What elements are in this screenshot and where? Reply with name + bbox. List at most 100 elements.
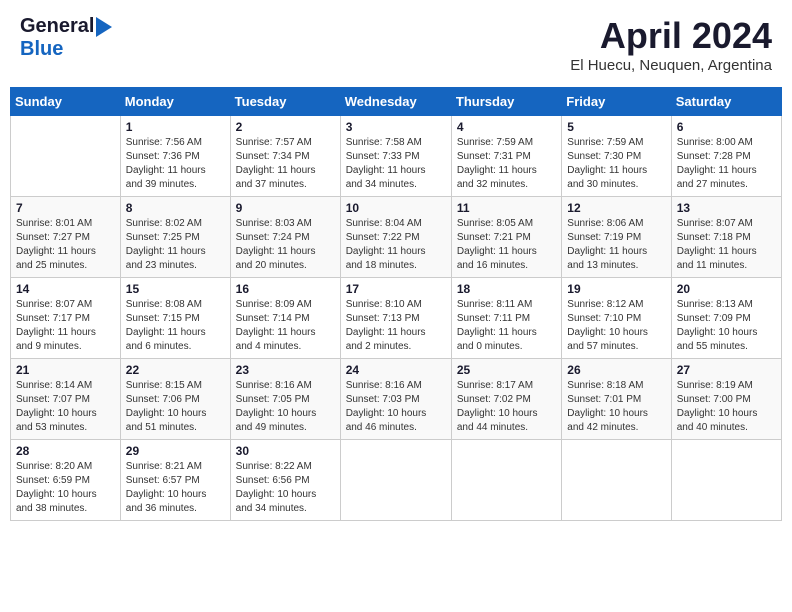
day-number: 18 (457, 282, 556, 296)
day-info: Sunrise: 8:05 AMSunset: 7:21 PMDaylight:… (457, 217, 556, 273)
calendar-header-row: SundayMondayTuesdayWednesdayThursdayFrid… (11, 88, 782, 116)
calendar-cell: 26 Sunrise: 8:18 AMSunset: 7:01 PMDayligh… (562, 359, 671, 440)
calendar-cell: 15 Sunrise: 8:08 AMSunset: 7:15 PMDayligh… (120, 278, 230, 359)
day-info: Sunrise: 7:59 AMSunset: 7:30 PMDaylight:… (567, 136, 665, 192)
calendar-cell: 12 Sunrise: 8:06 AMSunset: 7:19 PMDayligh… (562, 197, 671, 278)
day-number: 12 (567, 201, 665, 215)
day-info: Sunrise: 7:56 AMSunset: 7:36 PMDaylight:… (126, 136, 225, 192)
calendar-cell: 25 Sunrise: 8:17 AMSunset: 7:02 PMDayligh… (451, 359, 561, 440)
day-info: Sunrise: 8:09 AMSunset: 7:14 PMDaylight:… (236, 298, 335, 354)
day-number: 27 (677, 363, 776, 377)
calendar-cell: 20Sunrise: 8:13 AMSunset: 7:09 PMDayligh… (671, 278, 781, 359)
calendar-cell: 4Sunrise: 7:59 AMSunset: 7:31 PMDaylight… (451, 116, 561, 197)
calendar-cell (671, 440, 781, 521)
calendar-cell: 9Sunrise: 8:03 AMSunset: 7:24 PMDaylight… (230, 197, 340, 278)
calendar-cell: 3Sunrise: 7:58 AMSunset: 7:33 PMDaylight… (340, 116, 451, 197)
calendar-cell: 28 Sunrise: 8:20 AMSunset: 6:59 PMDayligh… (11, 440, 121, 521)
day-info: Sunrise: 8:07 AMSunset: 7:17 PMDaylight:… (16, 298, 115, 354)
calendar-cell: 23Sunrise: 8:16 AMSunset: 7:05 PMDayligh… (230, 359, 340, 440)
day-info: Sunrise: 8:14 AMSunset: 7:07 PMDaylight:… (16, 379, 115, 435)
day-info: Sunrise: 8:21 AMSunset: 6:57 PMDaylight:… (126, 460, 225, 516)
day-info: Sunrise: 8:16 AMSunset: 7:03 PMDaylight:… (346, 379, 446, 435)
logo-arrow-icon (96, 17, 112, 37)
calendar-cell: 27 Sunrise: 8:19 AMSunset: 7:00 PMDayligh… (671, 359, 781, 440)
calendar-cell: 2Sunrise: 7:57 AMSunset: 7:34 PMDaylight… (230, 116, 340, 197)
day-number: 13 (677, 201, 776, 215)
day-number: 17 (346, 282, 446, 296)
day-info: Sunrise: 8:11 AMSunset: 7:11 PMDaylight:… (457, 298, 556, 354)
day-number: 30 (236, 444, 335, 458)
day-number: 24 (346, 363, 446, 377)
day-header-thursday: Thursday (451, 88, 561, 116)
day-number: 28 (16, 444, 115, 458)
day-number: 15 (126, 282, 225, 296)
day-number: 29 (126, 444, 225, 458)
day-info: Sunrise: 8:02 AMSunset: 7:25 PMDaylight:… (126, 217, 225, 273)
calendar-cell (11, 116, 121, 197)
logo-general: General (20, 15, 94, 38)
calendar-week-row: 14 Sunrise: 8:07 AMSunset: 7:17 PMDayligh… (11, 278, 782, 359)
calendar-cell: 11 Sunrise: 8:05 AMSunset: 7:21 PMDayligh… (451, 197, 561, 278)
calendar-week-row: 7 Sunrise: 8:01 AMSunset: 7:27 PMDaylight… (11, 197, 782, 278)
day-info: Sunrise: 8:22 AMSunset: 6:56 PMDaylight:… (236, 460, 335, 516)
calendar-cell (451, 440, 561, 521)
calendar-cell: 13 Sunrise: 8:07 AMSunset: 7:18 PMDayligh… (671, 197, 781, 278)
day-info: Sunrise: 8:20 AMSunset: 6:59 PMDaylight:… (16, 460, 115, 516)
day-number: 11 (457, 201, 556, 215)
day-header-monday: Monday (120, 88, 230, 116)
calendar-cell: 16 Sunrise: 8:09 AMSunset: 7:14 PMDayligh… (230, 278, 340, 359)
day-info: Sunrise: 8:04 AMSunset: 7:22 PMDaylight:… (346, 217, 446, 273)
calendar-cell: 22Sunrise: 8:15 AMSunset: 7:06 PMDayligh… (120, 359, 230, 440)
day-info: Sunrise: 8:00 AMSunset: 7:28 PMDaylight:… (677, 136, 776, 192)
day-header-wednesday: Wednesday (340, 88, 451, 116)
page-header: General Blue April 2024 El Huecu, Neuque… (10, 10, 782, 79)
calendar-cell (562, 440, 671, 521)
calendar-cell: 14 Sunrise: 8:07 AMSunset: 7:17 PMDayligh… (11, 278, 121, 359)
day-number: 26 (567, 363, 665, 377)
logo: General Blue (20, 15, 112, 61)
day-header-friday: Friday (562, 88, 671, 116)
day-number: 21 (16, 363, 115, 377)
calendar-cell: 8Sunrise: 8:02 AMSunset: 7:25 PMDaylight… (120, 197, 230, 278)
day-number: 16 (236, 282, 335, 296)
day-info: Sunrise: 8:17 AMSunset: 7:02 PMDaylight:… (457, 379, 556, 435)
calendar-cell: 29 Sunrise: 8:21 AMSunset: 6:57 PMDayligh… (120, 440, 230, 521)
day-header-sunday: Sunday (11, 88, 121, 116)
day-number: 2 (236, 120, 335, 134)
day-number: 6 (677, 120, 776, 134)
day-info: Sunrise: 8:19 AMSunset: 7:00 PMDaylight:… (677, 379, 776, 435)
month-title: April 2024 (570, 15, 772, 57)
day-number: 10 (346, 201, 446, 215)
day-info: Sunrise: 8:07 AMSunset: 7:18 PMDaylight:… (677, 217, 776, 273)
calendar-cell: 24 Sunrise: 8:16 AMSunset: 7:03 PMDayligh… (340, 359, 451, 440)
day-info: Sunrise: 8:15 AMSunset: 7:06 PMDaylight:… (126, 379, 225, 435)
location-subtitle: El Huecu, Neuquen, Argentina (570, 57, 772, 74)
calendar-cell: 21 Sunrise: 8:14 AMSunset: 7:07 PMDayligh… (11, 359, 121, 440)
day-info: Sunrise: 8:06 AMSunset: 7:19 PMDaylight:… (567, 217, 665, 273)
calendar-cell: 17 Sunrise: 8:10 AMSunset: 7:13 PMDayligh… (340, 278, 451, 359)
day-number: 4 (457, 120, 556, 134)
day-info: Sunrise: 7:58 AMSunset: 7:33 PMDaylight:… (346, 136, 446, 192)
day-number: 19 (567, 282, 665, 296)
day-number: 14 (16, 282, 115, 296)
calendar-cell: 18 Sunrise: 8:11 AMSunset: 7:11 PMDayligh… (451, 278, 561, 359)
calendar-week-row: 21 Sunrise: 8:14 AMSunset: 7:07 PMDayligh… (11, 359, 782, 440)
calendar-week-row: 1Sunrise: 7:56 AMSunset: 7:36 PMDaylight… (11, 116, 782, 197)
day-info: Sunrise: 8:18 AMSunset: 7:01 PMDaylight:… (567, 379, 665, 435)
day-info: Sunrise: 8:10 AMSunset: 7:13 PMDaylight:… (346, 298, 446, 354)
day-number: 9 (236, 201, 335, 215)
day-info: Sunrise: 8:16 AMSunset: 7:05 PMDaylight:… (236, 379, 335, 435)
calendar-week-row: 28 Sunrise: 8:20 AMSunset: 6:59 PMDayligh… (11, 440, 782, 521)
day-info: Sunrise: 8:12 AMSunset: 7:10 PMDaylight:… (567, 298, 665, 354)
logo-blue: Blue (20, 38, 63, 60)
day-number: 7 (16, 201, 115, 215)
day-number: 25 (457, 363, 556, 377)
day-header-saturday: Saturday (671, 88, 781, 116)
calendar-cell: 7 Sunrise: 8:01 AMSunset: 7:27 PMDaylight… (11, 197, 121, 278)
calendar-cell (340, 440, 451, 521)
calendar-cell: 19 Sunrise: 8:12 AMSunset: 7:10 PMDayligh… (562, 278, 671, 359)
day-info: Sunrise: 8:08 AMSunset: 7:15 PMDaylight:… (126, 298, 225, 354)
calendar-cell: 30 Sunrise: 8:22 AMSunset: 6:56 PMDayligh… (230, 440, 340, 521)
day-info: Sunrise: 8:01 AMSunset: 7:27 PMDaylight:… (16, 217, 115, 273)
calendar-cell: 10 Sunrise: 8:04 AMSunset: 7:22 PMDayligh… (340, 197, 451, 278)
